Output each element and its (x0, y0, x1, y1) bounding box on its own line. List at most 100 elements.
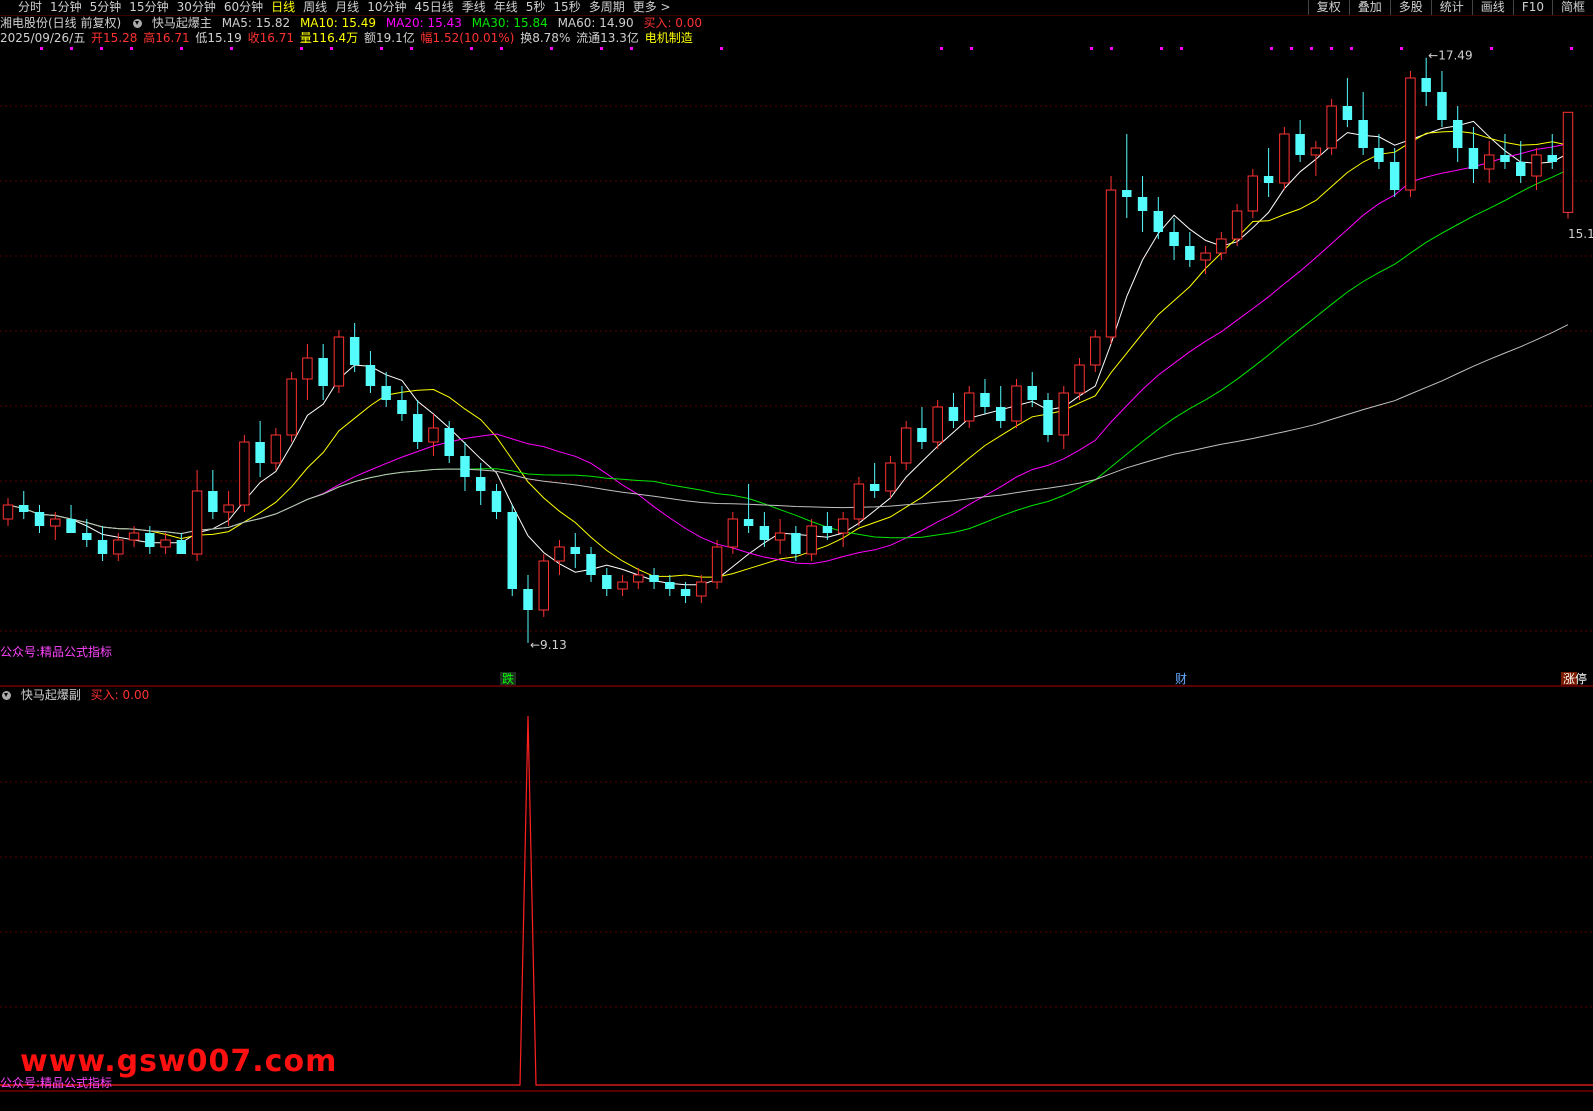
candle-body (1405, 77, 1416, 191)
candle-body (1389, 162, 1400, 190)
candle-body (963, 392, 975, 422)
candle-body (633, 574, 644, 583)
candle-body (1295, 134, 1305, 155)
kline-chart[interactable]: ←17.49 ←9.13 15.1 跌 财 涨停 (0, 0, 1593, 1111)
signal-dot (130, 47, 133, 50)
candle-body (759, 526, 770, 540)
signal-dot (330, 47, 333, 50)
candle-body (2, 504, 14, 520)
signal-dot (1310, 47, 1313, 50)
candle-body (1122, 190, 1132, 197)
signal-dot (720, 47, 723, 50)
candle-body (66, 519, 76, 533)
signal-dot (630, 47, 633, 50)
candle-body (806, 525, 817, 555)
candle-body (223, 504, 234, 513)
signal-dot (180, 47, 183, 50)
candle-body (1263, 176, 1274, 183)
candle-body (176, 540, 187, 554)
candle-body (932, 406, 943, 443)
candle-body (948, 407, 959, 421)
sub-indicator-name[interactable]: 快马起爆副 (21, 688, 81, 702)
candle-body (570, 547, 580, 554)
candle-body (727, 518, 739, 548)
marker-die: 跌 (502, 671, 514, 686)
signal-dot (1490, 47, 1493, 50)
dropdown-circle-icon[interactable] (2, 691, 11, 700)
candle-body (34, 512, 45, 526)
sub-panel-title: 快马起爆副 买入: 0.00 (0, 688, 155, 702)
candle-body (1358, 120, 1368, 148)
candle-body (1011, 385, 1022, 422)
candle-body (1374, 148, 1384, 162)
candle-body (239, 441, 250, 506)
last-price-label: 15.1 (1568, 227, 1593, 241)
signal-dot (70, 47, 73, 50)
signal-dot (1570, 47, 1573, 50)
candle-body (586, 554, 596, 575)
sub-buy-value: 买入: 0.00 (90, 688, 150, 702)
signal-dot (470, 47, 473, 50)
candle-body (1421, 78, 1431, 92)
candle-body (917, 428, 927, 442)
signal-dot (300, 47, 303, 50)
signal-dot (410, 47, 413, 50)
marker-cai: 财 (1175, 672, 1187, 686)
candle-body (318, 358, 328, 386)
watermark-main: 公众号:精品公式指标 (0, 645, 113, 659)
candle-body (1342, 106, 1353, 120)
candle-body (428, 427, 439, 443)
candle-body (649, 575, 659, 582)
candle-body (869, 484, 880, 491)
candle-body (1483, 154, 1495, 170)
candle-body (602, 575, 612, 589)
candle-body (1468, 148, 1479, 169)
candle-body (617, 581, 628, 590)
candle-body (208, 491, 218, 512)
candle-body (82, 533, 92, 540)
signal-dot (1090, 47, 1093, 50)
candle-body (365, 365, 376, 386)
candle-body (822, 526, 833, 533)
candle-body (1452, 120, 1463, 148)
candle-body (19, 505, 29, 512)
candle-body (1279, 133, 1290, 184)
signal-dot (550, 47, 553, 50)
signal-dot (1400, 47, 1403, 50)
candle-body (1200, 252, 1211, 261)
candle-body (476, 477, 486, 491)
candle-body (145, 533, 155, 547)
signal-dot (600, 47, 603, 50)
candle-body (853, 483, 865, 520)
candle-body (1137, 197, 1148, 211)
candle-body (397, 400, 407, 414)
signal-dot (230, 47, 233, 50)
signal-dot (1180, 47, 1183, 50)
candle-body (996, 407, 1006, 421)
candle-body (1547, 155, 1557, 162)
candle-body (191, 490, 203, 555)
candle-body (1216, 238, 1227, 254)
signal-dot (1160, 47, 1163, 50)
candle-body (523, 589, 533, 610)
candle-body (665, 582, 675, 589)
candle-body (1105, 189, 1117, 338)
candle-body (1169, 232, 1179, 246)
signal-dot (40, 47, 43, 50)
candle-body (1043, 400, 1053, 435)
candle-body (1516, 162, 1526, 176)
candle-body (302, 357, 313, 380)
candle-body (1185, 246, 1195, 260)
candle-body (1562, 111, 1574, 213)
candle-body (128, 532, 140, 541)
candle-body (255, 442, 265, 463)
ma5-line (7, 120, 1569, 586)
candle-body (538, 560, 549, 611)
candle-body (1231, 210, 1243, 240)
candle-body (50, 518, 61, 527)
candle-body (460, 456, 470, 477)
candle-body (1153, 211, 1164, 232)
candle-body (1531, 154, 1542, 177)
candle-body (554, 546, 565, 562)
candle-body (286, 378, 297, 436)
